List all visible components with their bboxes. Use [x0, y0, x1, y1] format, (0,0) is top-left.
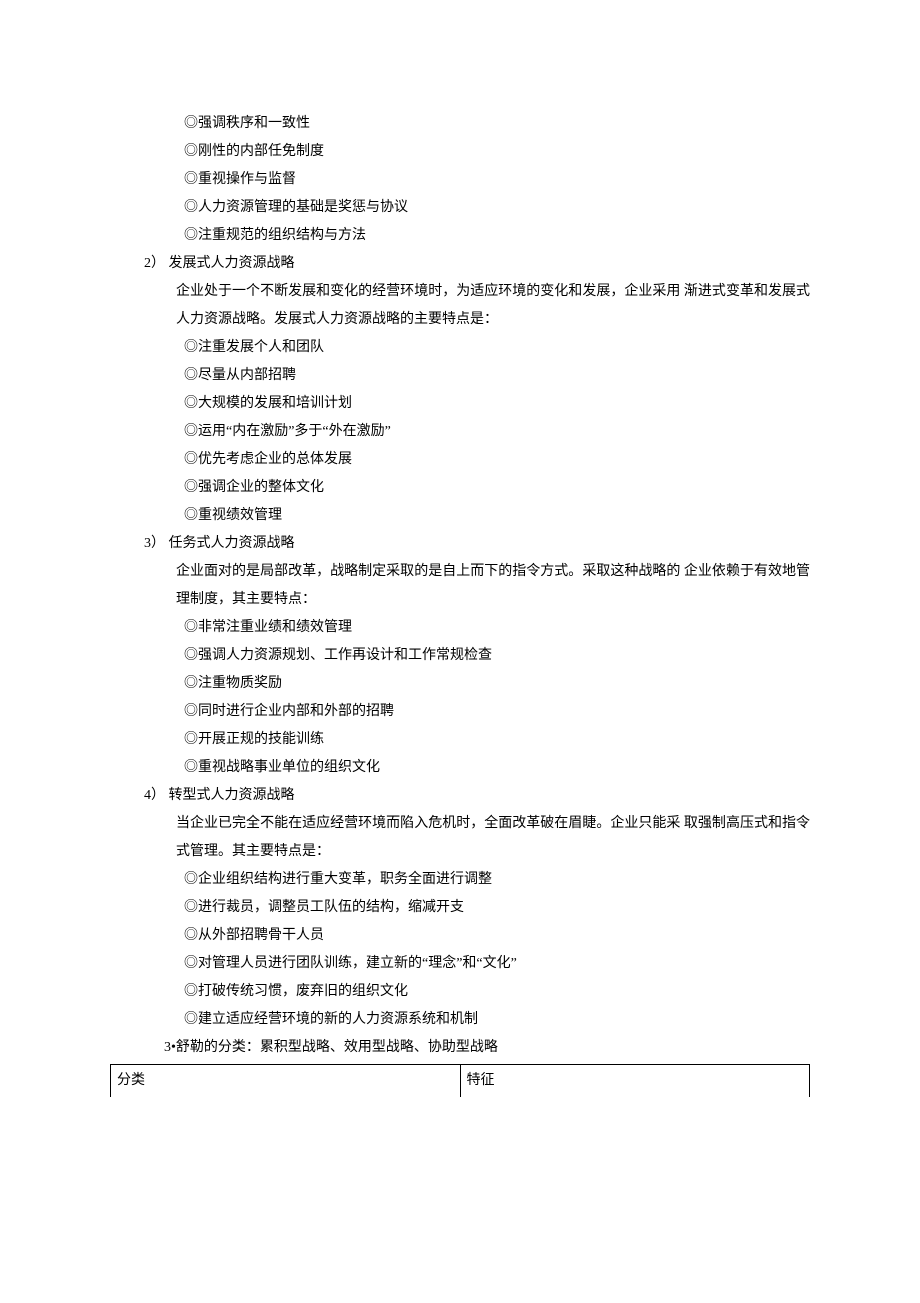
bullet-item: ◎强调企业的整体文化: [184, 474, 810, 502]
bullet-item: ◎建立适应经营环境的新的人力资源系统和机制: [184, 1006, 810, 1034]
section-4-bullets: ◎企业组织结构进行重大变革，职务全面进行调整 ◎进行裁员，调整员工队伍的结构，缩…: [110, 866, 810, 1034]
bullet-item: ◎重视绩效管理: [184, 502, 810, 530]
bullet-item: ◎优先考虑企业的总体发展: [184, 446, 810, 474]
section-3-intro: 企业面对的是局部改革，战略制定采取的是自上而下的指令方式。采取这种战略的 企业依…: [110, 558, 810, 614]
bullet-item: ◎注重物质奖励: [184, 670, 810, 698]
bullet-item: ◎企业组织结构进行重大变革，职务全面进行调整: [184, 866, 810, 894]
section-1-bullets: ◎强调秩序和一致性 ◎刚性的内部任免制度 ◎重视操作与监督 ◎人力资源管理的基础…: [110, 110, 810, 250]
classification-table: 分类 特征: [110, 1064, 810, 1097]
document-page: ◎强调秩序和一致性 ◎刚性的内部任免制度 ◎重视操作与监督 ◎人力资源管理的基础…: [0, 0, 920, 1097]
section-2-intro: 企业处于一个不断发展和变化的经营环境时，为适应环境的变化和发展，企业采用 渐进式…: [110, 278, 810, 334]
bullet-item: ◎重视操作与监督: [184, 166, 810, 194]
bullet-item: ◎从外部招聘骨干人员: [184, 922, 810, 950]
bullet-item: ◎注重发展个人和团队: [184, 334, 810, 362]
bullet-item: ◎非常注重业绩和绩效管理: [184, 614, 810, 642]
bullet-item: ◎重视战略事业单位的组织文化: [184, 754, 810, 782]
bullet-item: ◎开展正规的技能训练: [184, 726, 810, 754]
bullet-item: ◎进行裁员，调整员工队伍的结构，缩减开支: [184, 894, 810, 922]
bullet-item: ◎强调人力资源规划、工作再设计和工作常规检查: [184, 642, 810, 670]
bullet-item: ◎运用“内在激励”多于“外在激励”: [184, 418, 810, 446]
section-4-intro: 当企业已完全不能在适应经营环境而陷入危机时，全面改革破在眉睫。企业只能采 取强制…: [110, 810, 810, 866]
section-3-bullets: ◎非常注重业绩和绩效管理 ◎强调人力资源规划、工作再设计和工作常规检查 ◎注重物…: [110, 614, 810, 782]
table-row: 分类 特征: [111, 1065, 810, 1098]
bullet-item: ◎刚性的内部任免制度: [184, 138, 810, 166]
bullet-item: ◎同时进行企业内部和外部的招聘: [184, 698, 810, 726]
bullet-item: ◎大规模的发展和培训计划: [184, 390, 810, 418]
bullet-item: ◎打破传统习惯，废弃旧的组织文化: [184, 978, 810, 1006]
section-4-heading: 4） 转型式人力资源战略: [110, 782, 810, 810]
bullet-item: ◎尽量从内部招聘: [184, 362, 810, 390]
summary-line: 3•舒勒的分类：累积型战略、效用型战略、协助型战略: [110, 1034, 810, 1062]
section-2-bullets: ◎注重发展个人和团队 ◎尽量从内部招聘 ◎大规模的发展和培训计划 ◎运用“内在激…: [110, 334, 810, 530]
bullet-item: ◎强调秩序和一致性: [184, 110, 810, 138]
bullet-item: ◎注重规范的组织结构与方法: [184, 222, 810, 250]
table-header-feature: 特征: [460, 1065, 810, 1098]
bullet-item: ◎对管理人员进行团队训练，建立新的“理念”和“文化”: [184, 950, 810, 978]
bullet-item: ◎人力资源管理的基础是奖惩与协议: [184, 194, 810, 222]
section-2-heading: 2） 发展式人力资源战略: [110, 250, 810, 278]
table-header-category: 分类: [111, 1065, 461, 1098]
section-3-heading: 3） 任务式人力资源战略: [110, 530, 810, 558]
